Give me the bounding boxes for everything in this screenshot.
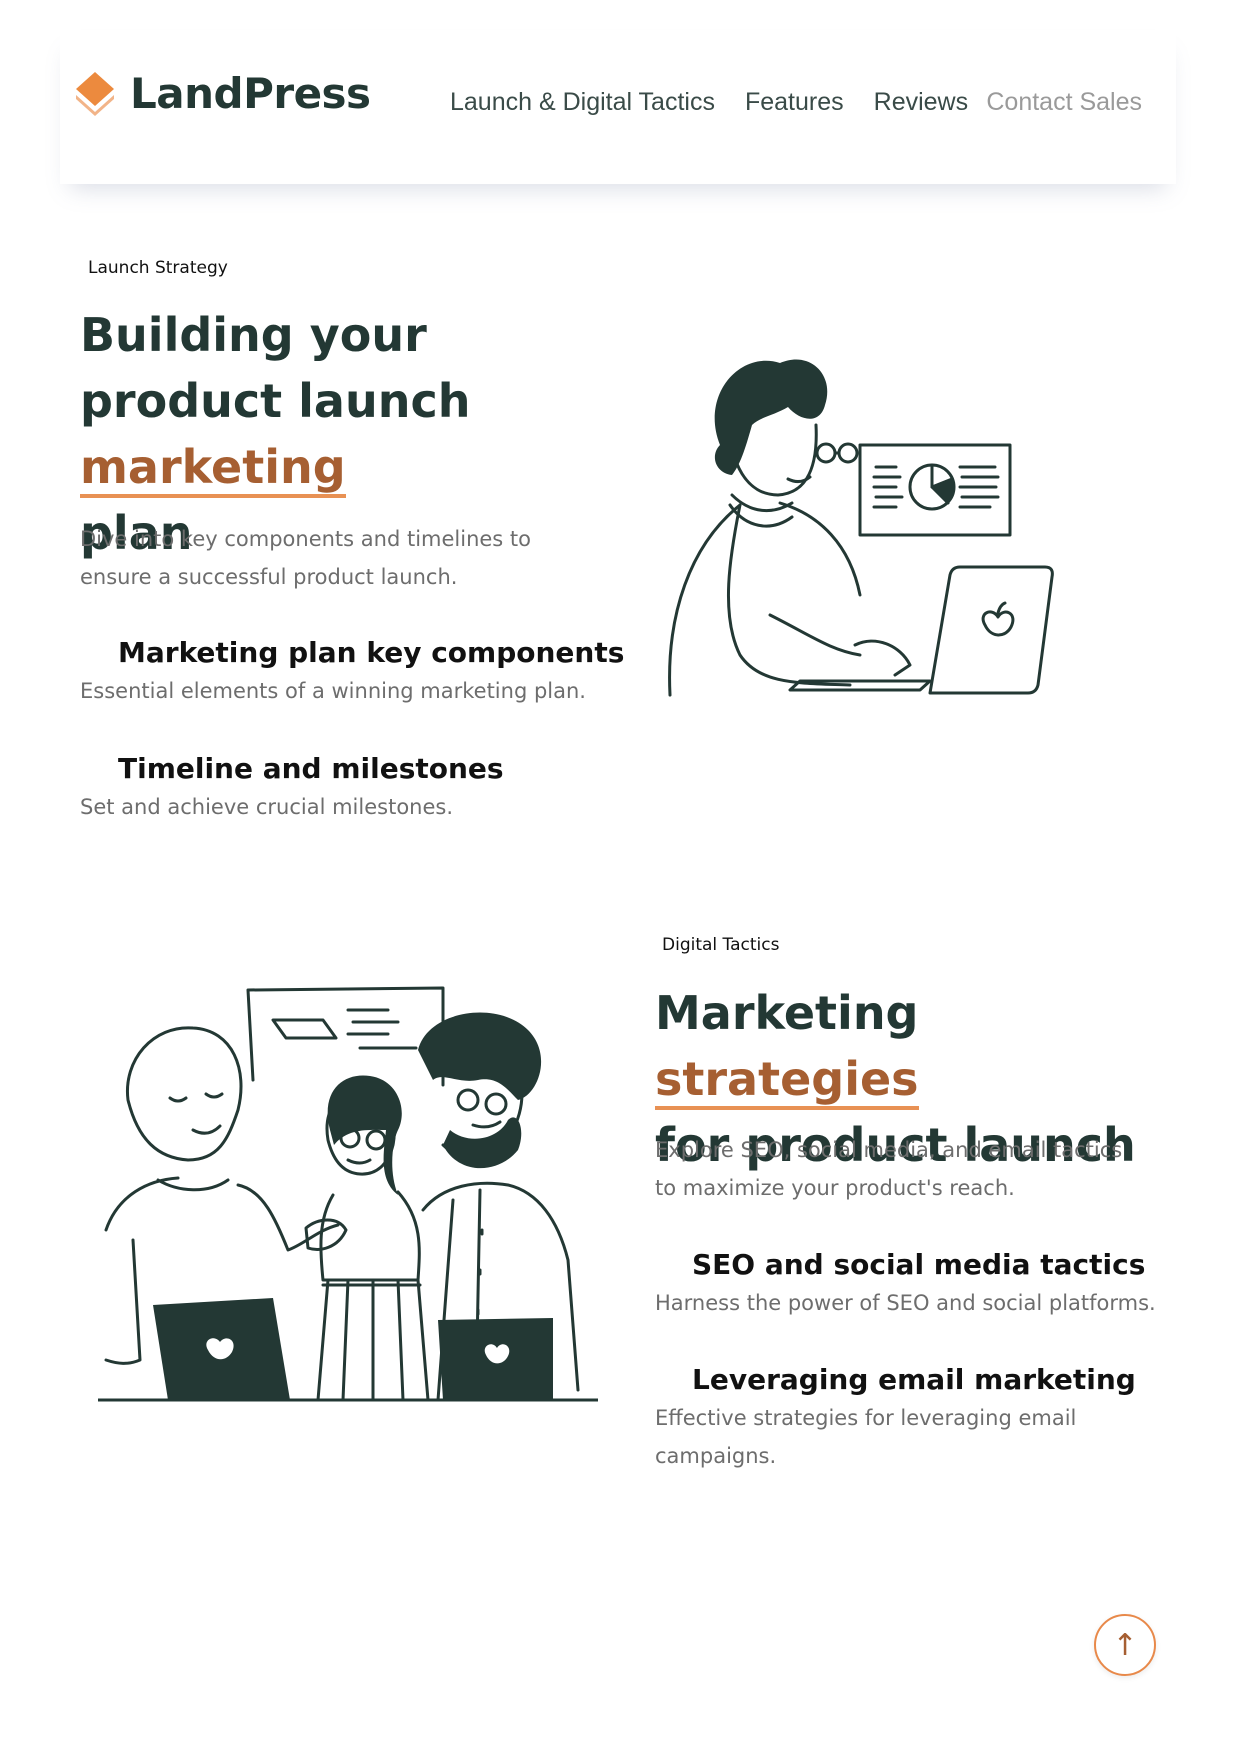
contact-sales-link[interactable]: Contact Sales bbox=[986, 88, 1142, 117]
section1-eyebrow: Launch Strategy bbox=[88, 258, 228, 278]
section2-heading-highlight: strategies bbox=[655, 1052, 919, 1110]
nav-link-reviews[interactable]: Reviews bbox=[874, 88, 968, 117]
section1-heading-text: Building your product launch bbox=[80, 308, 471, 428]
logo-icon bbox=[76, 72, 114, 116]
site-header: LandPress Launch & Digital Tactics Featu… bbox=[60, 30, 1176, 184]
feature-desc-key-components: Essential elements of a winning marketin… bbox=[80, 679, 586, 703]
feature-desc-timeline: Set and achieve crucial milestones. bbox=[80, 795, 454, 819]
main-nav: Launch & Digital Tactics Features Review… bbox=[450, 88, 968, 117]
feature-title-timeline: Timeline and milestones bbox=[118, 752, 504, 785]
scroll-to-top-button[interactable]: ↑ bbox=[1094, 1614, 1156, 1676]
feature-desc-seo-social: Harness the power of SEO and social plat… bbox=[655, 1291, 1156, 1315]
section1-lead: Dive into key components and timelines t… bbox=[80, 527, 532, 589]
feature-desc-email: Effective strategies for leveraging emai… bbox=[655, 1406, 1077, 1468]
feature-title-seo-social: SEO and social media tactics bbox=[692, 1248, 1146, 1281]
section2-lead: Explore SEO, social media, and email tac… bbox=[655, 1138, 1123, 1200]
section1-heading-highlight: marketing bbox=[80, 440, 346, 498]
nav-link-launch-digital-tactics[interactable]: Launch & Digital Tactics bbox=[450, 88, 715, 117]
brand-name: LandPress bbox=[130, 68, 371, 118]
laptop-worker-illustration bbox=[668, 359, 1054, 697]
feature-title-email: Leveraging email marketing bbox=[692, 1363, 1136, 1396]
section2-heading-text: Marketing bbox=[655, 986, 919, 1040]
team-collaboration-illustration bbox=[98, 986, 598, 1402]
arrow-up-icon: ↑ bbox=[1112, 1627, 1138, 1663]
feature-title-key-components: Marketing plan key components bbox=[118, 636, 625, 669]
brand-logo[interactable]: LandPress bbox=[72, 68, 371, 118]
section2-eyebrow: Digital Tactics bbox=[662, 935, 780, 955]
nav-link-features[interactable]: Features bbox=[745, 88, 844, 117]
